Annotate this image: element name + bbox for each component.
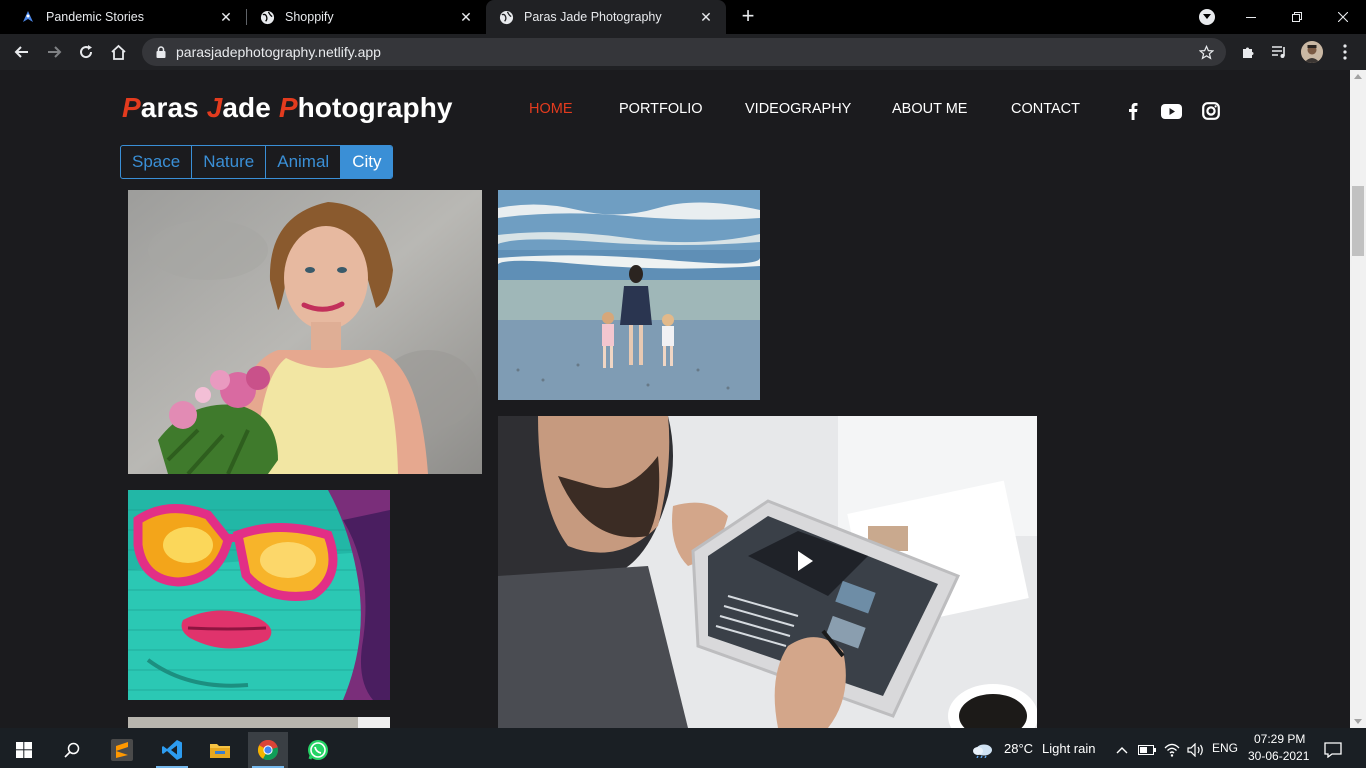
partial-photo[interactable] xyxy=(128,716,390,728)
clock-time[interactable]: 07:29 PM xyxy=(1254,732,1305,746)
filter-city[interactable]: City xyxy=(341,146,393,178)
close-icon[interactable]: ✕ xyxy=(218,9,234,25)
file-explorer-icon[interactable] xyxy=(200,732,240,768)
filter-nature[interactable]: Nature xyxy=(192,146,267,178)
logo-text: ade xyxy=(222,92,279,123)
globe-icon xyxy=(259,9,275,25)
notification-center-icon[interactable] xyxy=(1318,732,1348,768)
media-queue-icon[interactable] xyxy=(1267,40,1291,64)
logo-initial: P xyxy=(278,92,298,123)
home-icon[interactable] xyxy=(106,40,130,64)
clock-date[interactable]: 30-06-2021 xyxy=(1248,749,1309,763)
tab-search-icon[interactable] xyxy=(1199,9,1215,25)
page-viewport: Paras Jade Photography HOME PORTFOLIO VI… xyxy=(0,70,1350,728)
weather-cloud-icon[interactable] xyxy=(963,732,1003,768)
windows-start-icon[interactable] xyxy=(4,732,44,768)
site-logo[interactable]: Paras Jade Photography xyxy=(122,92,453,124)
page-scrollbar[interactable] xyxy=(1350,70,1366,728)
vscode-icon[interactable] xyxy=(152,732,192,768)
filter-animal[interactable]: Animal xyxy=(266,146,342,178)
weather-temp[interactable]: 28°C xyxy=(1004,741,1033,756)
logo-initial: P xyxy=(122,92,141,123)
volume-icon[interactable] xyxy=(1184,732,1208,768)
nav-home[interactable]: HOME xyxy=(529,101,573,121)
restore-button[interactable] xyxy=(1274,0,1320,34)
tab-shoppify[interactable]: Shoppify ✕ xyxy=(239,0,486,34)
whatsapp-icon[interactable] xyxy=(298,732,338,768)
chrome-icon[interactable] xyxy=(248,732,288,768)
language-indicator[interactable]: ENG xyxy=(1212,741,1238,755)
url-text: parasjadephotography.netlify.app xyxy=(176,44,381,60)
weather-desc[interactable]: Light rain xyxy=(1042,741,1095,756)
youtube-icon[interactable] xyxy=(1160,100,1182,122)
nav-videography[interactable]: VIDEOGRAPHY xyxy=(745,101,851,121)
extensions-puzzle-icon[interactable] xyxy=(1236,40,1260,64)
nav-contact[interactable]: CONTACT xyxy=(1011,101,1080,121)
category-filter-group: Space Nature Animal City xyxy=(120,145,394,179)
lock-icon[interactable] xyxy=(154,45,168,59)
battery-icon[interactable] xyxy=(1135,732,1159,768)
tab-title: Pandemic Stories xyxy=(46,10,144,24)
logo-text: aras xyxy=(140,92,207,123)
search-icon[interactable] xyxy=(52,732,92,768)
tab-paras-jade-photography[interactable]: Paras Jade Photography ✕ xyxy=(486,0,726,34)
beach-family-photo[interactable] xyxy=(498,190,760,400)
instagram-icon[interactable] xyxy=(1200,100,1222,122)
tab-title: Paras Jade Photography xyxy=(524,10,662,24)
chevron-up-icon[interactable] xyxy=(1110,732,1134,768)
address-bar[interactable]: parasjadephotography.netlify.app xyxy=(142,38,1226,66)
tab-title: Shoppify xyxy=(285,10,334,24)
browser-toolbar: parasjadephotography.netlify.app xyxy=(0,34,1366,70)
close-icon[interactable]: ✕ xyxy=(698,9,714,25)
globe-icon xyxy=(498,9,514,25)
nav-about-me[interactable]: ABOUT ME xyxy=(892,101,967,121)
windows-taskbar: 28°C Light rain ENG 07:29 PM 30-06-2021 xyxy=(0,728,1366,768)
facebook-icon[interactable] xyxy=(1122,100,1144,122)
tab-pandemic-stories[interactable]: Pandemic Stories ✕ xyxy=(0,0,246,34)
forward-arrow-icon[interactable] xyxy=(42,40,66,64)
woman-with-flowers-photo[interactable] xyxy=(128,190,482,474)
man-with-tablet-photo[interactable] xyxy=(498,416,1037,728)
browser-tab-bar: Pandemic Stories ✕ Shoppify ✕ Paras Jade… xyxy=(0,0,1366,34)
scroll-up-arrow-icon[interactable] xyxy=(1354,74,1362,79)
bookmark-star-icon[interactable] xyxy=(1196,42,1216,62)
paper-plane-icon xyxy=(20,9,36,25)
graffiti-face-photo[interactable] xyxy=(128,490,390,700)
scrollbar-thumb[interactable] xyxy=(1352,186,1364,256)
wifi-icon[interactable] xyxy=(1160,732,1184,768)
back-arrow-icon[interactable] xyxy=(10,40,34,64)
new-tab-button[interactable]: + xyxy=(736,5,760,29)
filter-space[interactable]: Space xyxy=(121,146,193,178)
sublime-text-icon[interactable] xyxy=(102,732,142,768)
reload-icon[interactable] xyxy=(74,40,98,64)
nav-portfolio[interactable]: PORTFOLIO xyxy=(619,101,703,121)
logo-text: hotography xyxy=(297,92,453,123)
more-menu-icon[interactable] xyxy=(1333,40,1357,64)
profile-avatar[interactable] xyxy=(1301,41,1323,63)
logo-initial: J xyxy=(206,92,223,123)
close-icon[interactable]: ✕ xyxy=(458,9,474,25)
minimize-button[interactable] xyxy=(1228,0,1274,34)
close-window-button[interactable] xyxy=(1320,0,1366,34)
scroll-down-arrow-icon[interactable] xyxy=(1354,719,1362,724)
